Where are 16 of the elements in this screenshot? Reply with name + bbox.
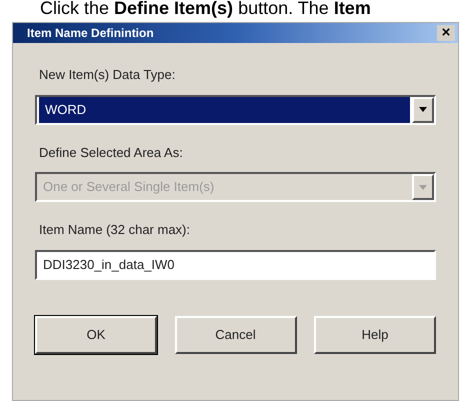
field-label: Item Name (32 char max): [39,221,191,239]
dropdown[interactable]: WORD [35,94,436,124]
window-title: Item Name Definintion [27,25,154,42]
field-label: Define Selected Area As: [39,144,184,162]
dropdown-value: WORD [39,96,410,122]
dropdown-value: One or Several Single Item(s) [42,178,216,196]
close-button[interactable]: × [437,25,455,41]
dialog-button[interactable]: Help [314,316,436,354]
field-label: New Item(s) Data Type: [39,66,176,84]
input-field[interactable]: DDI3230_in_data_IW0 [35,250,436,280]
caption: Click the Define Item(s) button. The Item [39,0,372,20]
caret-icon [419,184,427,190]
dialog-button[interactable]: Cancel [174,316,296,354]
caret-icon [419,107,427,112]
default-button[interactable]: OK [35,316,157,354]
dropdown-button[interactable] [412,96,434,122]
